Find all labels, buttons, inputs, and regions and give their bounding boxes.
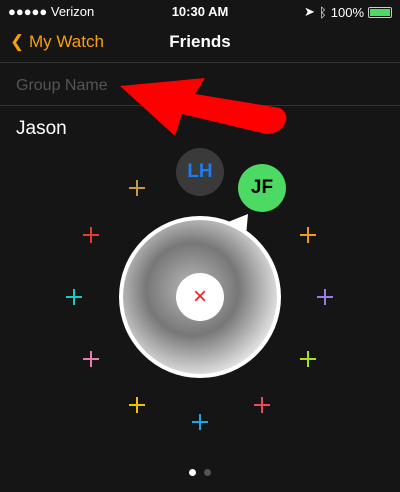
red-arrow-annotation: [120, 78, 287, 136]
